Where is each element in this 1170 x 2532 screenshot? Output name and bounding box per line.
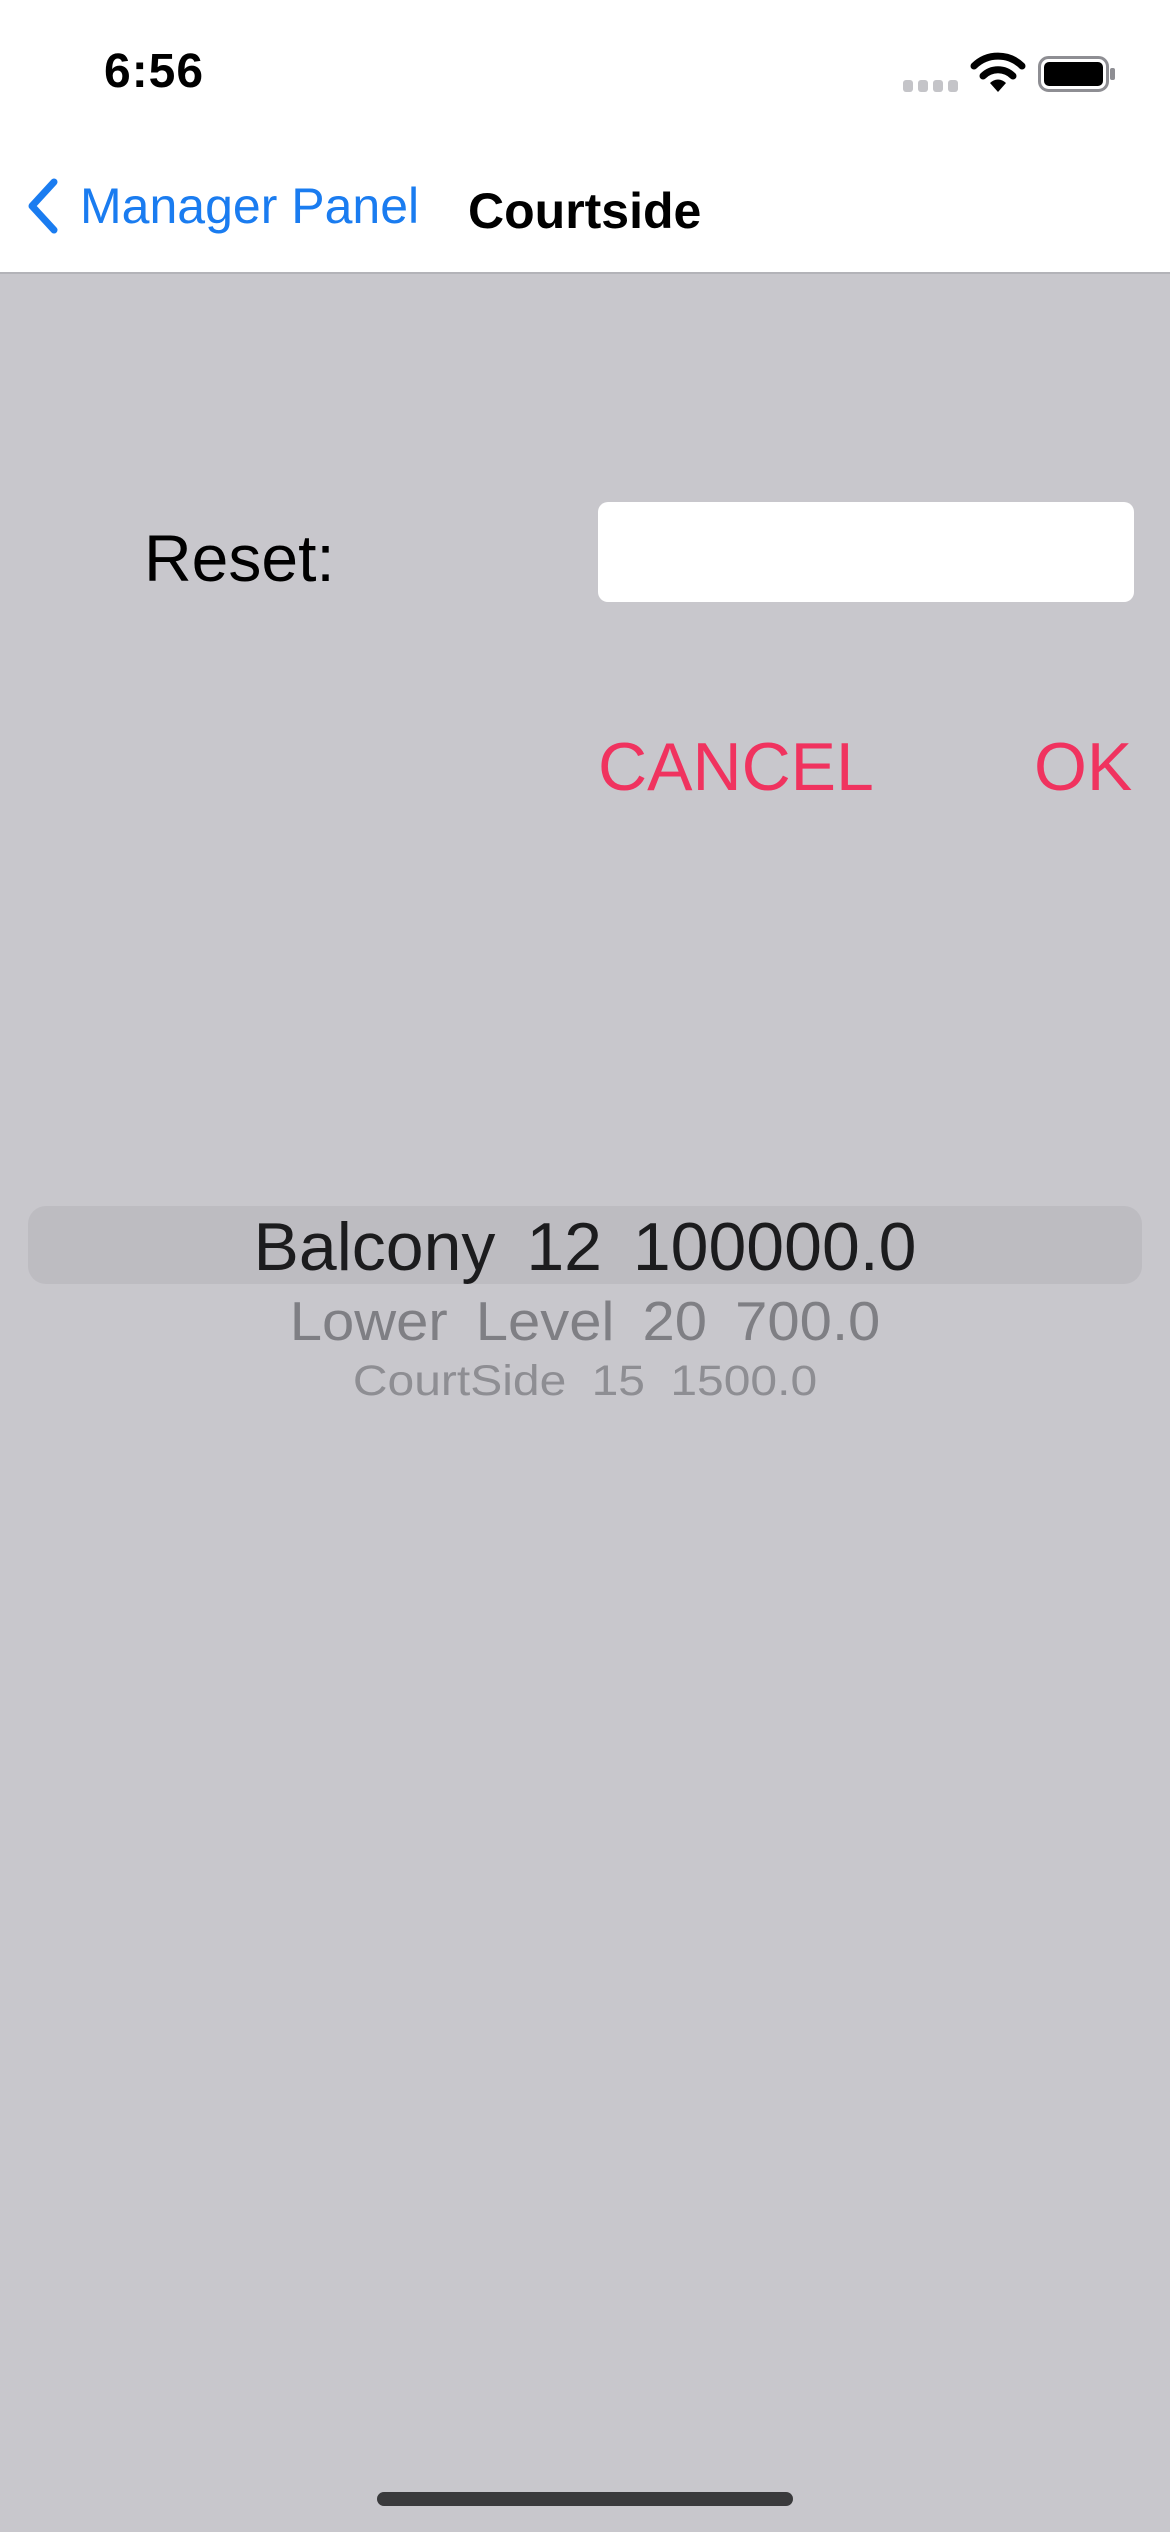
status-time: 6:56 [104, 45, 205, 98]
page-title: Courtside [468, 183, 702, 239]
back-button[interactable]: Manager Panel [22, 174, 419, 238]
picker-row-selected[interactable]: Balcony 12 100000.0 [0, 1208, 1170, 1286]
back-button-label: Manager Panel [80, 178, 420, 234]
reset-input[interactable] [598, 502, 1134, 602]
picker-row[interactable]: Lower Level 20 700.0 [0, 1290, 1170, 1354]
reset-label: Reset: [144, 521, 335, 595]
battery-icon [1038, 56, 1115, 92]
wifi-icon [970, 52, 1026, 92]
ok-button[interactable]: OK [1034, 728, 1132, 806]
signal-icon [903, 80, 959, 92]
chevron-left-icon [28, 178, 58, 234]
home-indicator[interactable] [377, 2492, 793, 2506]
navigation-bar: Manager Panel Courtside [0, 140, 1170, 274]
picker-row[interactable]: CourtSide 15 1500.0 [0, 1357, 1170, 1405]
status-bar: 6:56 [0, 0, 1170, 140]
seat-picker[interactable]: Balcony 12 100000.0 Lower Level 20 700.0… [0, 1180, 1170, 1440]
cancel-button[interactable]: CANCEL [598, 728, 874, 806]
